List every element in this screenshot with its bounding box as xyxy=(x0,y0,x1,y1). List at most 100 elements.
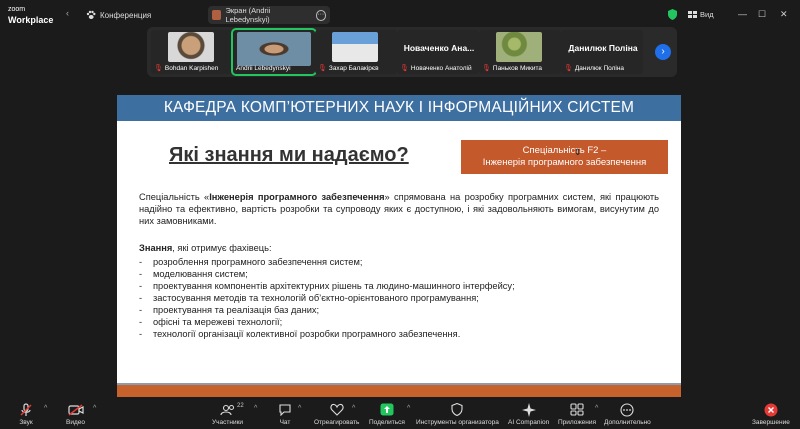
participant-label: 🎙︎ Паньков Микита xyxy=(482,64,542,73)
apps-button[interactable]: Приложения xyxy=(558,403,596,426)
apps-label: Приложения xyxy=(558,419,597,426)
participant-display-name: Данилюк Поліна xyxy=(568,43,638,53)
zoom-logo: zoom Workplace xyxy=(8,5,53,25)
share-button[interactable]: Поделиться xyxy=(369,403,405,426)
para-pre: Спеціальність « xyxy=(139,192,210,202)
participant-tile[interactable]: 🎙︎ Паньков Микита xyxy=(479,30,561,74)
slide-footer-bar xyxy=(117,385,681,397)
end-call-icon xyxy=(764,403,778,416)
share-chevron-icon[interactable]: ^ xyxy=(407,405,410,412)
screen-share-label: Экран (Andrii Lebedynskyi) xyxy=(225,6,271,24)
muted-mic-icon xyxy=(20,402,32,416)
heart-icon xyxy=(330,403,344,416)
ai-companion-label: AI Companion xyxy=(508,419,550,426)
minimize-icon[interactable]: — xyxy=(738,9,747,19)
next-page-icon[interactable]: › xyxy=(655,44,671,60)
share-label: Поделиться xyxy=(369,419,405,426)
host-tools-label: Инструменты организатора xyxy=(416,419,499,426)
list-item: - розроблення програмного забезпечення си… xyxy=(139,257,363,267)
slide-heading: Які знання ми надаємо? xyxy=(169,144,409,166)
mouse-cursor-icon: ⇕ xyxy=(574,147,582,157)
muted-mic-icon: 🎙︎ xyxy=(318,65,327,72)
participant-name: Новаченко Анатолій xyxy=(410,64,472,72)
participant-label: 🎙︎ Новаченко Анатолій xyxy=(400,64,472,73)
participant-tile[interactable]: 🎙︎ Bohdan Karpishen xyxy=(151,30,233,74)
zoom-window: zoom Workplace ‹ Конференция Экран (Andr… xyxy=(0,0,800,429)
participants-icon xyxy=(219,404,234,415)
participants-chevron-icon[interactable]: ^ xyxy=(254,405,257,412)
participant-tile[interactable]: Данилюк Поліна 🎙︎ Данилюк Поліна xyxy=(561,30,643,74)
audio-button[interactable]: Звук xyxy=(18,402,34,426)
view-label: Вид xyxy=(700,10,714,19)
ai-companion-button[interactable]: AI Companion xyxy=(508,402,550,426)
specialty-line2: Інженерія програмного забезпечення xyxy=(482,157,647,168)
view-button[interactable]: Вид xyxy=(688,10,714,19)
participant-tile[interactable]: 🎙︎ Захар Балакірєв xyxy=(315,30,397,74)
video-button[interactable]: Видео xyxy=(66,403,85,426)
meeting-toolbar: Звук ^ Видео ^ Участники 22 ^ Чат ^ Отре… xyxy=(0,399,800,429)
muted-mic-icon: 🎙︎ xyxy=(482,65,491,72)
conference-info[interactable]: Конференция xyxy=(86,10,151,20)
presenter-avatar xyxy=(212,10,222,20)
muted-mic-icon: 🎙︎ xyxy=(400,65,409,72)
close-icon[interactable]: ✕ xyxy=(780,9,788,20)
participant-name: Паньков Микита xyxy=(492,64,542,72)
participants-label: Участники xyxy=(212,419,244,426)
participant-name: Andrii Lebedynskyi xyxy=(236,65,291,72)
participant-display-name: Новаченко Ана... xyxy=(403,43,475,53)
chat-icon xyxy=(279,404,291,416)
audio-label: Звук xyxy=(19,419,33,426)
grid-icon xyxy=(688,11,697,18)
participants-count: 22 xyxy=(237,403,244,409)
apps-icon xyxy=(570,403,584,416)
list-item-text: офісні та мережеві технології; xyxy=(153,317,283,327)
list-item: - офісні та мережеві технології; xyxy=(139,317,283,327)
participant-name: Данилюк Поліна xyxy=(574,64,625,72)
list-item-text: моделювання систем; xyxy=(153,269,248,279)
list-item-text: застосування методів та технологій об’єк… xyxy=(153,293,479,303)
screen-share-pill[interactable]: Экран (Andrii Lebedynskyi) ··· xyxy=(208,6,330,24)
more-label: Дополнительно xyxy=(604,419,651,426)
shared-slide: КАФЕДРА КОМП’ЮТЕРНИХ НАУК І ІНФОРМАЦІЙНИ… xyxy=(117,95,681,397)
apps-chevron-icon[interactable]: ^ xyxy=(595,405,598,412)
participant-name: Bohdan Karpishen xyxy=(164,64,219,72)
audio-options-chevron-icon[interactable]: ^ xyxy=(44,405,47,412)
participant-tile-active[interactable]: Andrii Lebedynskyi xyxy=(231,28,317,76)
sparkle-icon xyxy=(521,402,536,417)
participant-label: Andrii Lebedynskyi xyxy=(236,65,291,72)
participant-label: 🎙︎ Bohdan Karpishen xyxy=(154,64,219,73)
list-item: - застосування методів та технологій об’є… xyxy=(139,293,479,303)
shield-icon xyxy=(451,403,463,416)
list-item-text: проектування та реалізація баз даних; xyxy=(153,305,320,315)
knowledge-heading: Знання, які отримує фахівець: xyxy=(139,243,272,253)
participant-video xyxy=(168,32,214,62)
host-tools-button[interactable]: Инструменты организатора xyxy=(416,403,499,426)
end-meeting-button[interactable]: Завершение xyxy=(752,403,790,426)
video-off-icon xyxy=(67,403,84,416)
participant-label: 🎙︎ Захар Балакірєв xyxy=(318,64,379,73)
specialty-box: Спеціальність F2 – Інженерія програмного… xyxy=(461,140,668,174)
chevron-left-icon[interactable]: ‹ xyxy=(66,8,69,18)
participant-label: 🎙︎ Данилюк Поліна xyxy=(564,64,625,73)
react-chevron-icon[interactable]: ^ xyxy=(352,405,355,412)
maximize-icon[interactable]: ☐ xyxy=(758,9,766,20)
video-options-chevron-icon[interactable]: ^ xyxy=(93,405,96,412)
muted-mic-icon: 🎙︎ xyxy=(564,65,573,72)
more-options-icon[interactable]: ··· xyxy=(315,9,326,21)
chat-button[interactable]: Чат xyxy=(277,403,293,426)
chat-chevron-icon[interactable]: ^ xyxy=(298,405,301,412)
participant-video xyxy=(496,32,542,62)
encryption-shield-icon[interactable] xyxy=(668,9,677,20)
list-item: - моделювання систем; xyxy=(139,269,248,279)
participant-video xyxy=(332,32,378,62)
participant-tile[interactable]: Новаченко Ана... 🎙︎ Новаченко Анатолій xyxy=(397,30,479,74)
slide-header: КАФЕДРА КОМП’ЮТЕРНИХ НАУК І ІНФОРМАЦІЙНИ… xyxy=(117,95,681,121)
participants-strip: 🎙︎ Bohdan Karpishen Andrii Lebedynskyi 🎙︎… xyxy=(147,27,677,77)
logo-line2: Workplace xyxy=(8,15,54,25)
chat-label: Чат xyxy=(279,419,291,426)
end-label: Завершение xyxy=(752,419,790,426)
paw-icon xyxy=(86,10,96,19)
more-button[interactable]: Дополнительно xyxy=(604,402,651,426)
slide-paragraph: Спеціальність «Інженерія програмного заб… xyxy=(139,191,659,227)
video-label: Видео xyxy=(66,419,85,426)
